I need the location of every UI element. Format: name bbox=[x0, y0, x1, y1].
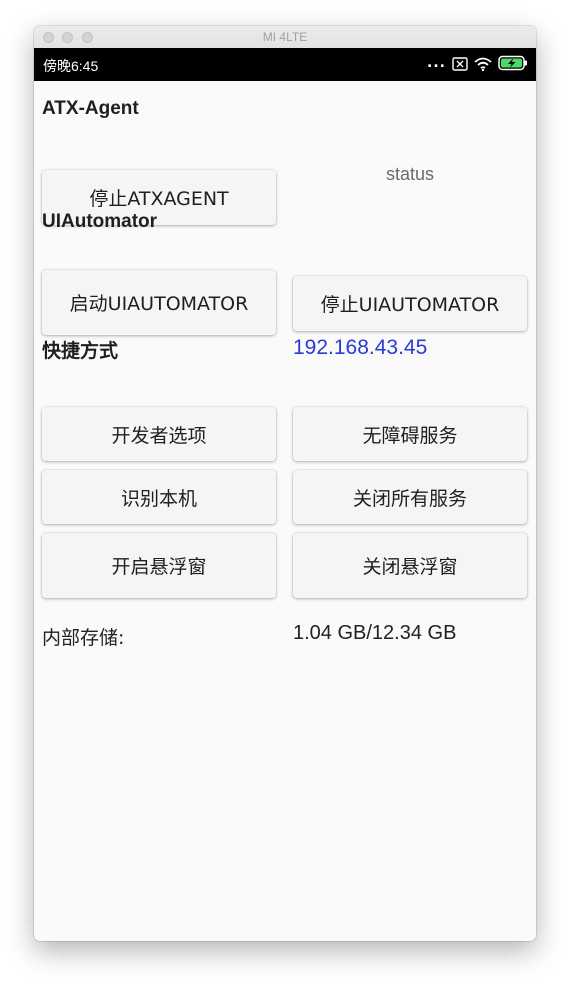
more-notifications-icon: ... bbox=[427, 55, 446, 71]
close-floating-window-button[interactable]: 关闭悬浮窗 bbox=[293, 533, 527, 598]
atx-status-text: status bbox=[385, 164, 435, 184]
atx-agent-title: ATX-Agent bbox=[42, 98, 139, 119]
storage-value: 1.04 GB/12.34 GB bbox=[293, 622, 457, 644]
sim-card-icon bbox=[452, 56, 468, 75]
battery-charging-icon bbox=[498, 55, 528, 75]
close-all-services-button[interactable]: 关闭所有服务 bbox=[293, 470, 527, 524]
app-window: MI 4LTE 傍晚6:45 ... ATX-Agent 停止ATXAGENT … bbox=[34, 26, 536, 941]
open-floating-window-button[interactable]: 开启悬浮窗 bbox=[42, 533, 276, 598]
window-titlebar: MI 4LTE bbox=[34, 26, 536, 49]
ip-address: 192.168.43.45 bbox=[293, 336, 428, 359]
identify-device-button[interactable]: 识别本机 bbox=[42, 470, 276, 524]
uiautomator-title: UIAutomator bbox=[42, 211, 158, 232]
main-content: ATX-Agent 停止ATXAGENT status UIAutomator … bbox=[34, 81, 536, 941]
window-title: MI 4LTE bbox=[262, 30, 308, 44]
storage-label: 内部存储: bbox=[42, 627, 125, 649]
wifi-icon bbox=[474, 56, 492, 75]
status-bar: 傍晚6:45 ... bbox=[34, 48, 536, 81]
status-icons: ... bbox=[427, 55, 528, 75]
shortcuts-title: 快捷方式 bbox=[42, 341, 119, 362]
developer-options-button[interactable]: 开发者选项 bbox=[42, 407, 276, 461]
status-clock: 傍晚6:45 bbox=[43, 58, 99, 74]
stop-uiautomator-button[interactable]: 停止UIAUTOMATOR bbox=[293, 276, 527, 331]
accessibility-service-button[interactable]: 无障碍服务 bbox=[293, 407, 527, 461]
start-uiautomator-button[interactable]: 启动UIAUTOMATOR bbox=[42, 270, 276, 335]
